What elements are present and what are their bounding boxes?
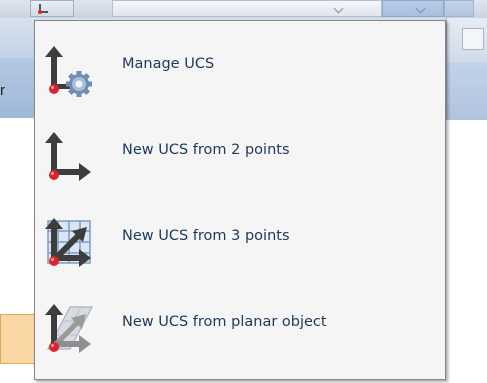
ucs-2-points-icon xyxy=(45,132,91,181)
menu-item-new-ucs-3-points[interactable]: New UCS from 3 points xyxy=(36,199,444,285)
menu-item-label: New UCS from planar object xyxy=(122,314,327,330)
menu-item-manage-ucs[interactable]: Manage UCS xyxy=(36,27,444,113)
menu-item-new-ucs-2-points[interactable]: New UCS from 2 points xyxy=(36,113,444,199)
chevron-down-icon xyxy=(415,3,426,14)
ribbon-tool-button[interactable] xyxy=(462,28,484,50)
menu-item-label: Manage UCS xyxy=(122,56,215,72)
chevron-down-icon xyxy=(333,3,344,14)
ucs-dropdown-menu: Manage UCS New UCS from 2 points New UCS… xyxy=(34,20,446,380)
background-text: r xyxy=(0,82,5,99)
menu-item-new-ucs-planar-object[interactable]: New UCS from planar object xyxy=(36,285,444,371)
menu-item-label: New UCS from 2 points xyxy=(122,142,290,158)
ucs-dropdown-button[interactable] xyxy=(30,0,74,17)
ucs-3-points-icon xyxy=(45,218,91,267)
ribbon-combo-box[interactable] xyxy=(112,0,382,17)
menu-item-label: New UCS from 3 points xyxy=(122,228,290,244)
background-highlight xyxy=(0,314,35,364)
ribbon-side-panel-lower xyxy=(446,62,487,120)
ribbon-combo-box-2[interactable] xyxy=(382,0,444,17)
ucs-mini-icon xyxy=(38,4,48,14)
ribbon-combo-box-3[interactable] xyxy=(444,0,474,17)
manage-ucs-icon xyxy=(45,46,92,97)
ucs-planar-object-icon xyxy=(45,304,93,353)
